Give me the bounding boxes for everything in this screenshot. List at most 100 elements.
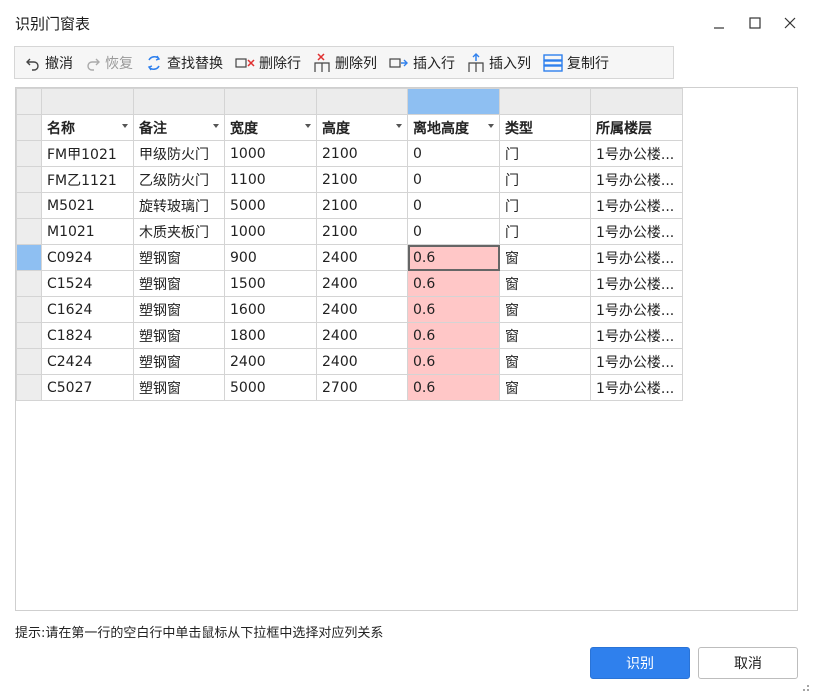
table-cell[interactable]: 0.6 bbox=[407, 374, 500, 401]
row-selector[interactable] bbox=[16, 114, 42, 141]
table-row[interactable]: FM乙1121 乙级防火门 1100 2100 0 门 1号办公楼... bbox=[16, 166, 683, 193]
table-cell[interactable]: 2100 bbox=[316, 166, 408, 193]
minimize-button[interactable] bbox=[707, 11, 731, 35]
table-cell[interactable]: M5021 bbox=[41, 192, 134, 219]
table-cell[interactable]: 0.6 bbox=[407, 296, 500, 323]
table-cell[interactable]: 旋转玻璃门 bbox=[133, 192, 225, 219]
filter-dropdown-icon[interactable] bbox=[488, 124, 494, 128]
table-cell[interactable]: 2100 bbox=[316, 192, 408, 219]
column-mapping-cell[interactable] bbox=[316, 88, 408, 115]
table-cell[interactable]: 2400 bbox=[316, 296, 408, 323]
table-cell[interactable]: 1号办公楼... bbox=[590, 322, 683, 349]
table-cell[interactable]: 1号办公楼... bbox=[590, 374, 683, 401]
undo-button[interactable]: 撤消 bbox=[21, 49, 77, 76]
table-cell[interactable]: 2700 bbox=[316, 374, 408, 401]
find-replace-button[interactable]: 查找替换 bbox=[141, 49, 227, 76]
column-header[interactable]: 宽度 bbox=[224, 114, 317, 141]
table-cell[interactable]: 1500 bbox=[224, 270, 317, 297]
table-row[interactable]: C5027 塑钢窗 5000 2700 0.6 窗 1号办公楼... bbox=[16, 374, 683, 401]
table-cell[interactable]: 1号办公楼... bbox=[590, 270, 683, 297]
filter-dropdown-icon[interactable] bbox=[396, 124, 402, 128]
table-cell[interactable]: FM乙1121 bbox=[41, 166, 134, 193]
table-cell[interactable]: 0.6 bbox=[407, 244, 500, 271]
table-cell[interactable]: C1824 bbox=[41, 322, 134, 349]
table-cell[interactable]: 门 bbox=[499, 140, 591, 167]
filter-dropdown-icon[interactable] bbox=[122, 124, 128, 128]
table-cell[interactable]: C5027 bbox=[41, 374, 134, 401]
column-header[interactable]: 离地高度 bbox=[407, 114, 500, 141]
row-selector[interactable] bbox=[16, 348, 42, 375]
table-cell[interactable]: 1600 bbox=[224, 296, 317, 323]
table-row[interactable]: C1824 塑钢窗 1800 2400 0.6 窗 1号办公楼... bbox=[16, 322, 683, 349]
column-mapping-cell[interactable] bbox=[590, 88, 683, 115]
table-cell[interactable]: 0 bbox=[407, 140, 500, 167]
table-cell[interactable]: 窗 bbox=[499, 322, 591, 349]
table-cell[interactable]: 门 bbox=[499, 192, 591, 219]
table-cell[interactable]: C1524 bbox=[41, 270, 134, 297]
table-row[interactable]: M1021 木质夹板门 1000 2100 0 门 1号办公楼... bbox=[16, 218, 683, 245]
table-cell[interactable]: 1号办公楼... bbox=[590, 192, 683, 219]
copy-row-button[interactable]: 复制行 bbox=[539, 49, 613, 76]
row-selector[interactable] bbox=[16, 296, 42, 323]
table-cell[interactable]: 门 bbox=[499, 218, 591, 245]
table-cell[interactable]: 1号办公楼... bbox=[590, 296, 683, 323]
table-cell[interactable]: 2100 bbox=[316, 218, 408, 245]
table-cell[interactable]: 1000 bbox=[224, 218, 317, 245]
table-cell[interactable]: 2400 bbox=[224, 348, 317, 375]
table-cell[interactable]: 2400 bbox=[316, 270, 408, 297]
table-cell[interactable]: 0.6 bbox=[407, 322, 500, 349]
column-header[interactable]: 备注 bbox=[133, 114, 225, 141]
table-cell[interactable]: 塑钢窗 bbox=[133, 322, 225, 349]
table-cell[interactable]: 1800 bbox=[224, 322, 317, 349]
table-cell[interactable]: 1号办公楼... bbox=[590, 166, 683, 193]
column-mapping-cell[interactable] bbox=[41, 88, 134, 115]
table-cell[interactable]: 1号办公楼... bbox=[590, 140, 683, 167]
table-cell[interactable]: 0 bbox=[407, 166, 500, 193]
resize-grip-icon[interactable] bbox=[800, 682, 810, 692]
row-selector[interactable] bbox=[16, 322, 42, 349]
column-header[interactable]: 名称 bbox=[41, 114, 134, 141]
column-header[interactable]: 类型 bbox=[499, 114, 591, 141]
column-header[interactable]: 所属楼层 bbox=[590, 114, 683, 141]
table-row[interactable]: C1624 塑钢窗 1600 2400 0.6 窗 1号办公楼... bbox=[16, 296, 683, 323]
delete-row-button[interactable]: 删除行 bbox=[231, 49, 305, 76]
table-cell[interactable]: 1100 bbox=[224, 166, 317, 193]
table-cell[interactable]: 塑钢窗 bbox=[133, 270, 225, 297]
table-cell[interactable]: 5000 bbox=[224, 192, 317, 219]
table-cell[interactable]: 2100 bbox=[316, 140, 408, 167]
table-row[interactable]: C1524 塑钢窗 1500 2400 0.6 窗 1号办公楼... bbox=[16, 270, 683, 297]
close-button[interactable] bbox=[778, 11, 802, 35]
column-mapping-cell[interactable] bbox=[499, 88, 591, 115]
table-cell[interactable]: 2400 bbox=[316, 348, 408, 375]
table-cell[interactable]: 乙级防火门 bbox=[133, 166, 225, 193]
table-cell[interactable]: 塑钢窗 bbox=[133, 244, 225, 271]
table-cell[interactable]: C1624 bbox=[41, 296, 134, 323]
table-cell[interactable]: 2400 bbox=[316, 322, 408, 349]
table-cell[interactable]: 门 bbox=[499, 166, 591, 193]
insert-column-button[interactable]: 插入列 bbox=[463, 49, 535, 76]
row-selector[interactable] bbox=[16, 244, 42, 271]
table-cell[interactable]: 木质夹板门 bbox=[133, 218, 225, 245]
cancel-button[interactable]: 取消 bbox=[698, 647, 798, 679]
table-cell[interactable]: 窗 bbox=[499, 348, 591, 375]
table-cell[interactable]: 1号办公楼... bbox=[590, 348, 683, 375]
table-cell[interactable]: 1号办公楼... bbox=[590, 218, 683, 245]
table-cell[interactable]: 1号办公楼... bbox=[590, 244, 683, 271]
row-selector[interactable] bbox=[16, 270, 42, 297]
row-selector[interactable] bbox=[16, 218, 42, 245]
table-row[interactable]: M5021 旋转玻璃门 5000 2100 0 门 1号办公楼... bbox=[16, 192, 683, 219]
table-cell[interactable]: 窗 bbox=[499, 270, 591, 297]
table-cell[interactable]: 塑钢窗 bbox=[133, 374, 225, 401]
table-cell[interactable]: C0924 bbox=[41, 244, 134, 271]
row-selector[interactable] bbox=[16, 192, 42, 219]
table-cell[interactable]: C2424 bbox=[41, 348, 134, 375]
table-cell[interactable]: 2400 bbox=[316, 244, 408, 271]
table-cell[interactable]: 5000 bbox=[224, 374, 317, 401]
column-mapping-cell[interactable] bbox=[224, 88, 317, 115]
table-row[interactable]: C2424 塑钢窗 2400 2400 0.6 窗 1号办公楼... bbox=[16, 348, 683, 375]
column-mapping-cell[interactable] bbox=[133, 88, 225, 115]
table-cell[interactable]: 窗 bbox=[499, 244, 591, 271]
table-row[interactable]: C0924 塑钢窗 900 2400 0.6 窗 1号办公楼... bbox=[16, 244, 683, 271]
table-cell[interactable]: 0.6 bbox=[407, 348, 500, 375]
table-cell[interactable]: 0 bbox=[407, 218, 500, 245]
